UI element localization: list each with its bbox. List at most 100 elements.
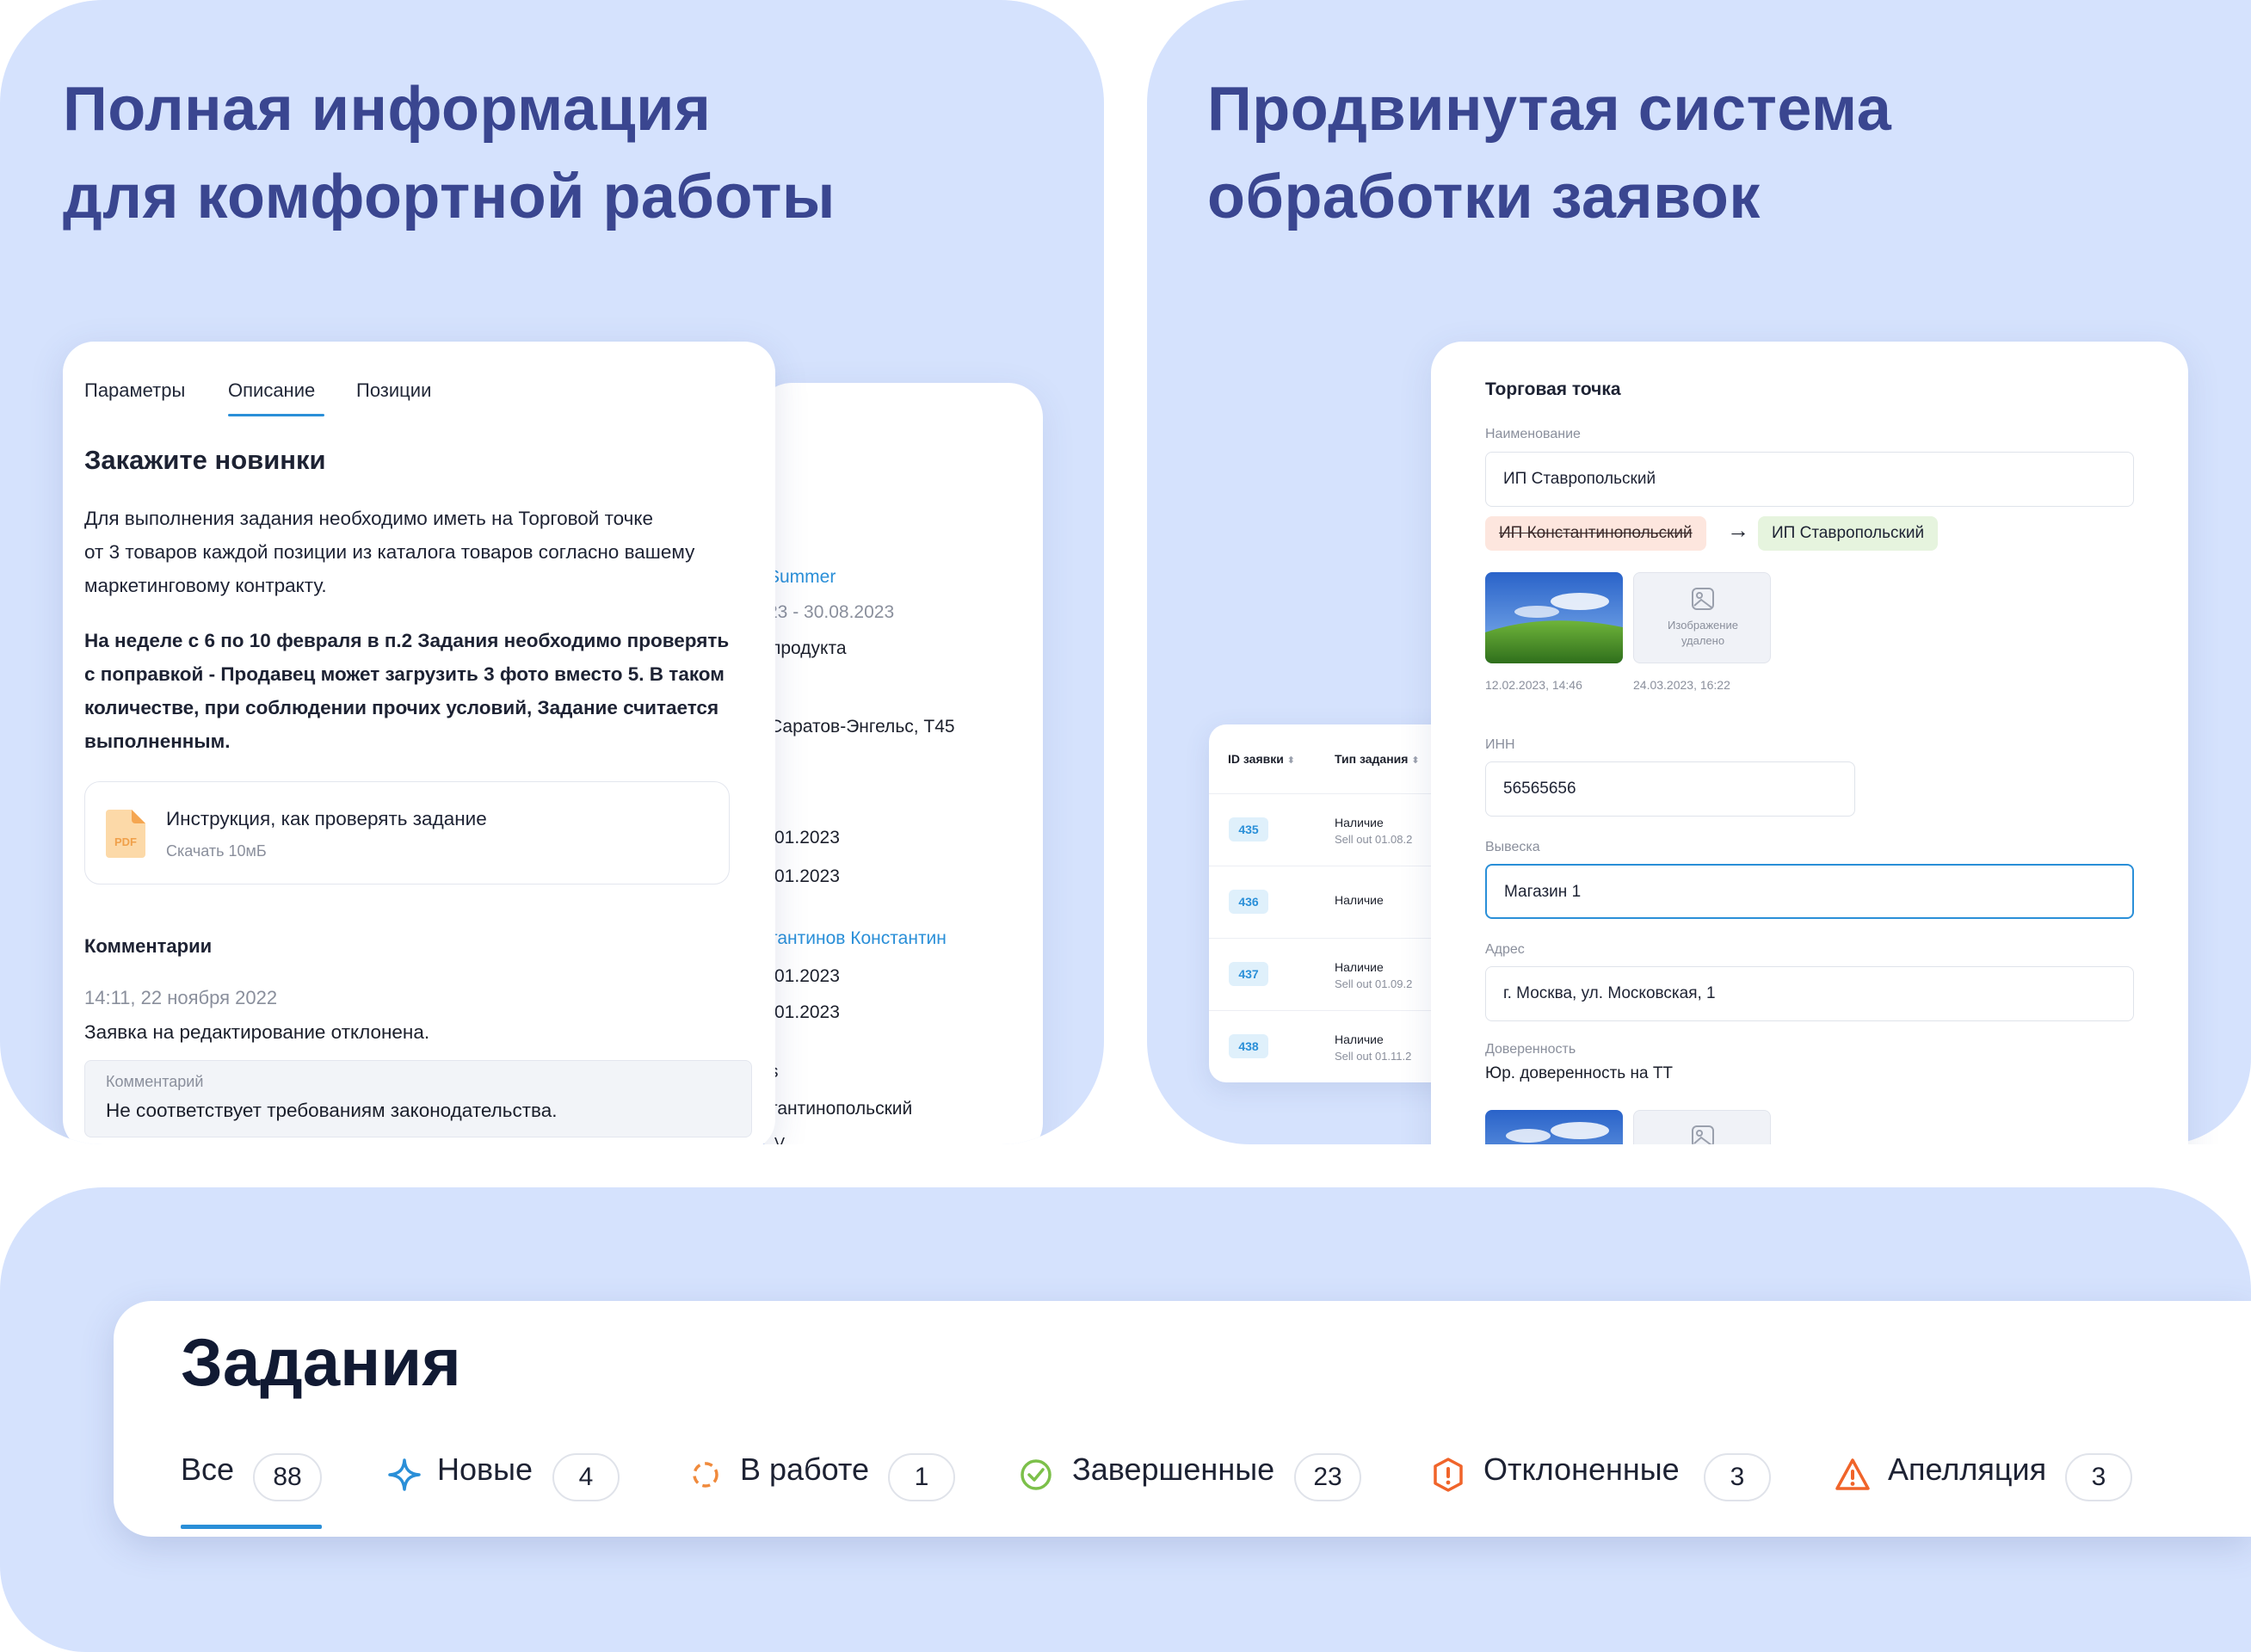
comment-timestamp: 14:11, 22 ноября 2022: [84, 987, 278, 1008]
panel-headline: Полная информация для комфортной работы: [63, 65, 836, 241]
status-label: В работе: [740, 1452, 870, 1487]
status-tab-new[interactable]: Новые 4: [387, 1439, 628, 1507]
deleted-image-placeholder: Изображение удалено: [1633, 572, 1771, 663]
deleted-image-caption: Изображение удалено: [1634, 618, 1772, 649]
status-label: Апелляция: [1888, 1452, 2047, 1487]
field-label: Вывеска: [1485, 840, 1540, 854]
field-label: Адрес: [1485, 942, 1525, 957]
request-id-badge: 437: [1229, 962, 1268, 986]
clipped-text: V: [774, 1135, 786, 1144]
request-subtype: Sell out 01.08.2: [1335, 833, 1413, 846]
name-input[interactable]: ИП Ставропольский: [1485, 452, 2134, 507]
photo-timestamp: 12.02.2023, 14:46: [1485, 678, 1582, 692]
request-id-badge: 436: [1229, 890, 1268, 914]
check-circle-icon: [1019, 1458, 1053, 1496]
deleted-image-placeholder: [1633, 1110, 1771, 1144]
store-photo-thumbnail[interactable]: [1485, 572, 1623, 663]
field-label: Наименование: [1485, 427, 1581, 441]
section-title: Торговая точка: [1485, 379, 1621, 399]
image-icon: [1691, 1125, 1715, 1144]
status-label: Отклоненные: [1483, 1452, 1680, 1487]
trust-photo-thumbnail[interactable]: [1485, 1110, 1623, 1144]
comments-heading: Комментарии: [84, 935, 213, 957]
request-type: Наличие: [1335, 960, 1384, 974]
request-type: Наличие: [1335, 1032, 1384, 1046]
period-value: 23 - 30.08.2023: [768, 602, 895, 622]
product-value: продукта: [771, 638, 847, 658]
campaign-link[interactable]: Summer: [768, 567, 836, 588]
task-description-card: Параметры Описание Позиции Закажите нови…: [63, 342, 775, 1144]
status-label: Все: [181, 1452, 235, 1487]
column-header-label: Тип задания: [1335, 752, 1409, 766]
panel2-clip: ID заявки ⬍ Тип задания ⬍ 435 Наличие Se…: [1147, 0, 2251, 1144]
status-count: 3: [2065, 1453, 2132, 1501]
sort-icon: ⬍: [1286, 755, 1295, 766]
tab-description[interactable]: Описание: [228, 379, 315, 402]
paragraph-line: Для выполнения задания необходимо иметь …: [84, 508, 654, 529]
status-label: Новые: [437, 1452, 533, 1487]
caption-line: удалено: [1681, 634, 1725, 647]
exclamation-octagon-icon: [1430, 1457, 1466, 1497]
column-header-label: ID заявки: [1228, 752, 1284, 766]
address-value: Саратов-Энгельс, Т45: [769, 717, 955, 737]
status-count: 23: [1294, 1453, 1361, 1501]
attachment-title: Инструкция, как проверять задание: [166, 808, 487, 829]
description-paragraph: Для выполнения задания необходимо иметь …: [84, 502, 694, 602]
comment-label: Комментарий: [106, 1073, 204, 1090]
page-title: Задания: [181, 1324, 461, 1400]
request-type: Наличие: [1335, 816, 1384, 829]
store-form-card: Торговая точка Наименование ИП Ставропол…: [1431, 342, 2188, 1144]
status-count: 3: [1704, 1453, 1771, 1501]
status-count: 88: [253, 1453, 322, 1501]
task-title: Закажите новинки: [84, 445, 326, 475]
paragraph-line: выполненным.: [84, 730, 231, 752]
old-value-chip: ИП Константинопольский: [1485, 516, 1706, 551]
status-tab-rejected[interactable]: Отклоненные 3: [1430, 1439, 1792, 1507]
pdf-badge-text: PDF: [114, 835, 137, 848]
tasks-header-card: Задания Все 88 Новые 4 В работе 1 Заверш…: [114, 1301, 2251, 1537]
date-value: 01.2023: [774, 966, 840, 986]
important-note-paragraph: На неделе с 6 по 10 февраля в п.2 Задани…: [84, 624, 729, 758]
comment-body: Не соответствует требованиям законодател…: [106, 1100, 558, 1121]
paragraph-line: маркетинговому контракту.: [84, 575, 327, 596]
tab-positions[interactable]: Позиции: [356, 379, 431, 402]
request-type: Наличие: [1335, 893, 1384, 907]
request-subtype: Sell out 01.09.2: [1335, 977, 1413, 990]
paragraph-line: количестве, при соблюдении прочих услови…: [84, 697, 719, 718]
date-value: 01.2023: [774, 1002, 840, 1022]
headline-line: для комфортной работы: [63, 163, 836, 231]
status-tab-in-work[interactable]: В работе 1: [690, 1439, 1000, 1507]
paragraph-line: от 3 товаров каждой позиции из каталога …: [84, 541, 695, 563]
status-count: 4: [552, 1453, 620, 1501]
status-tab-all[interactable]: Все 88: [181, 1439, 332, 1529]
arrow-right-icon: →: [1727, 517, 1749, 543]
feature-panel-info: Полная информация для комфортной работы …: [0, 0, 1104, 1144]
instruction-attachment[interactable]: PDF Инструкция, как проверять задание Ск…: [84, 781, 730, 885]
status-label: Завершенные: [1072, 1452, 1275, 1487]
pdf-file-icon: PDF: [106, 810, 145, 858]
attachment-download-link[interactable]: Скачать 10мБ: [166, 842, 267, 860]
new-value-chip: ИП Ставропольский: [1758, 516, 1939, 551]
task-details-card: Summer 23 - 30.08.2023 продукта Саратов-…: [757, 383, 1043, 1144]
headline-line: Полная информация: [63, 75, 712, 144]
request-subtype: Sell out 01.11.2: [1335, 1050, 1412, 1063]
status-tab-appeal[interactable]: Апелляция 3: [1835, 1439, 2196, 1507]
tab-parameters[interactable]: Параметры: [84, 379, 185, 402]
date-value: 01.2023: [774, 828, 840, 848]
signboard-input[interactable]: Магазин 1: [1485, 864, 2134, 919]
store-name-value: тантинопольский: [769, 1099, 913, 1119]
paragraph-line: На неделе с 6 по 10 февраля в п.2 Задани…: [84, 630, 730, 651]
trust-value: Юр. доверенность на ТТ: [1485, 1064, 1674, 1082]
active-tab-indicator: [181, 1525, 322, 1529]
column-header-id[interactable]: ID заявки ⬍: [1228, 752, 1295, 766]
person-link[interactable]: тантинов Константин: [769, 928, 947, 949]
inn-input[interactable]: 56565656: [1485, 761, 1855, 817]
field-label: ИНН: [1485, 737, 1515, 752]
address-input[interactable]: г. Москва, ул. Московская, 1: [1485, 966, 2134, 1021]
warning-triangle-icon: [1835, 1457, 1871, 1497]
column-header-type[interactable]: Тип задания ⬍: [1335, 752, 1420, 766]
status-tab-completed[interactable]: Завершенные 23: [1019, 1439, 1363, 1507]
status-count: 1: [888, 1453, 955, 1501]
image-icon: [1691, 587, 1715, 615]
comment-box: Комментарий Не соответствует требованиям…: [84, 1060, 752, 1137]
